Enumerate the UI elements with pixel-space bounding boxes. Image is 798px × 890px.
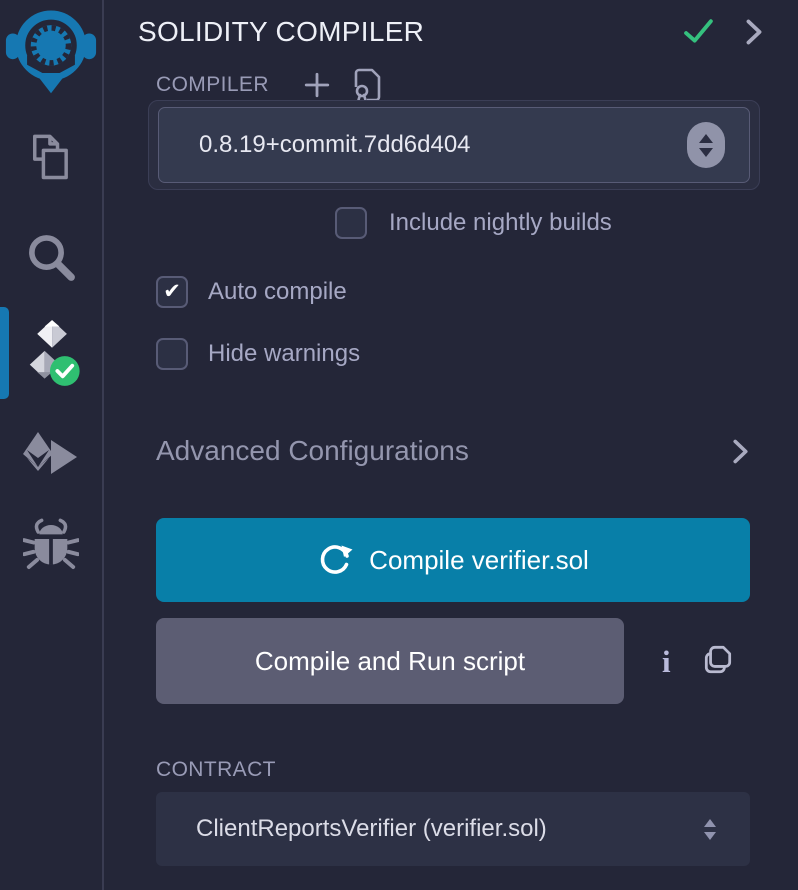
- sidebar-item-deploy-and-run[interactable]: [0, 424, 102, 490]
- select-arrows-pill: [687, 122, 725, 168]
- icon-sidebar: [0, 0, 104, 890]
- active-tab-indicator: [0, 307, 9, 399]
- compiler-version-select-wrapper: 0.8.19+commit.7dd6d404: [148, 100, 760, 190]
- advanced-configurations-toggle[interactable]: Advanced Configurations: [156, 434, 750, 468]
- collapse-panel-chevron-icon[interactable]: [744, 18, 764, 46]
- arrow-down-icon: [699, 148, 713, 157]
- compile-button[interactable]: Compile verifier.sol: [156, 518, 750, 602]
- hide-warnings-row: Hide warnings: [156, 338, 750, 370]
- compiler-version-value: 0.8.19+commit.7dd6d404: [199, 131, 471, 159]
- auto-compile-label: Auto compile: [208, 278, 347, 306]
- auto-compile-checkbox[interactable]: ✔: [156, 276, 188, 308]
- remix-logo[interactable]: [5, 4, 97, 96]
- arrow-up-icon: [699, 134, 713, 143]
- compile-button-label: Compile verifier.sol: [369, 545, 589, 576]
- file-explorer-icon: [25, 132, 77, 184]
- hide-warnings-checkbox[interactable]: [156, 338, 188, 370]
- compile-status-check-icon: [682, 18, 716, 46]
- deploy-run-icon: [21, 430, 81, 484]
- hide-warnings-label: Hide warnings: [208, 340, 360, 368]
- contract-select[interactable]: ClientReportsVerifier (verifier.sol): [156, 792, 750, 866]
- remix-logo-icon: [5, 4, 97, 96]
- include-nightly-checkbox[interactable]: [335, 207, 367, 239]
- sidebar-item-debugger[interactable]: [0, 518, 102, 574]
- select-arrows: [704, 819, 716, 840]
- panel-header: SOLIDITY COMPILER: [138, 12, 764, 52]
- contract-selected-value: ClientReportsVerifier (verifier.sol): [196, 815, 547, 843]
- open-compiler-license-button[interactable]: [353, 68, 383, 102]
- add-custom-compiler-button[interactable]: [303, 71, 331, 99]
- compiler-section-header: COMPILER: [156, 72, 750, 98]
- chevron-right-icon: [731, 438, 750, 465]
- compile-and-run-label: Compile and Run script: [255, 646, 525, 677]
- search-icon: [24, 230, 78, 284]
- info-icon[interactable]: i: [662, 646, 671, 677]
- copy-icon[interactable]: [701, 642, 735, 681]
- include-nightly-row: Include nightly builds: [335, 206, 750, 240]
- arrow-up-icon: [704, 819, 716, 827]
- advanced-configurations-label: Advanced Configurations: [156, 435, 469, 467]
- refresh-icon: [317, 542, 353, 578]
- contract-section-label: CONTRACT: [156, 758, 750, 782]
- compile-and-run-button[interactable]: Compile and Run script: [156, 618, 624, 704]
- document-badge-icon: [353, 68, 383, 102]
- solidity-compiler-panel: SOLIDITY COMPILER COMPILER: [104, 0, 798, 890]
- include-nightly-label: Include nightly builds: [389, 209, 612, 237]
- compile-run-row: Compile and Run script i: [156, 618, 750, 704]
- page-title: SOLIDITY COMPILER: [138, 16, 424, 48]
- compiler-version-select[interactable]: 0.8.19+commit.7dd6d404: [158, 107, 750, 183]
- compiler-section-label: COMPILER: [156, 73, 269, 97]
- checkmark-glyph: ✔: [163, 281, 181, 302]
- sidebar-item-search[interactable]: [0, 230, 102, 284]
- arrow-down-icon: [704, 832, 716, 840]
- auto-compile-row: ✔ Auto compile: [156, 276, 750, 308]
- solidity-compiler-icon: [21, 318, 81, 388]
- sidebar-item-solidity-compiler[interactable]: [0, 310, 102, 396]
- plus-icon: [303, 71, 331, 99]
- sidebar-item-file-explorer[interactable]: [0, 132, 102, 184]
- debugger-icon: [23, 518, 79, 574]
